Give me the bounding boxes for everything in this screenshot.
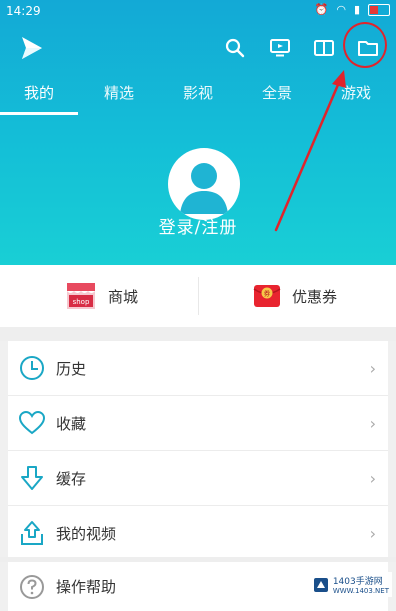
- watermark-line2: WWW.1403.NET: [332, 587, 389, 595]
- coupon-button[interactable]: 券 优惠券: [252, 265, 337, 327]
- login-register-link[interactable]: 登录/注册: [0, 213, 396, 238]
- shop-icon-text: shop: [73, 298, 90, 306]
- section-gap: [0, 327, 396, 341]
- tab-underline: [0, 112, 78, 115]
- favorites-label: 收藏: [56, 414, 87, 433]
- shop-icon: shop: [67, 283, 95, 309]
- tab-movies[interactable]: 影视: [183, 82, 213, 103]
- tab-mine[interactable]: 我的: [24, 82, 54, 103]
- heart-icon: [18, 409, 46, 437]
- annotation-circle: [343, 22, 387, 68]
- chevron-right-icon: ›: [369, 359, 376, 378]
- history-label: 历史: [56, 359, 87, 378]
- download-icon: [18, 464, 46, 492]
- shop-button[interactable]: shop 商城: [64, 265, 138, 327]
- wifi-icon: ◠: [336, 3, 346, 16]
- tab-panorama[interactable]: 全景: [262, 82, 292, 103]
- alarm-icon: ⏰: [314, 3, 329, 16]
- chevron-right-icon: ›: [369, 414, 376, 433]
- battery-icon: [368, 3, 390, 16]
- shop-label: 商城: [108, 287, 139, 306]
- shortcut-row: shop 商城 券 优惠券: [0, 265, 396, 327]
- search-icon[interactable]: [221, 34, 249, 62]
- upload-icon: [18, 519, 46, 547]
- list-item-history[interactable]: 历史 ›: [8, 341, 388, 396]
- list-item-cache[interactable]: 缓存 ›: [8, 451, 388, 506]
- help-label: 操作帮助: [56, 578, 117, 596]
- avatar[interactable]: [168, 148, 240, 220]
- cache-label: 缓存: [56, 469, 87, 488]
- screen-cast-icon[interactable]: [266, 34, 294, 62]
- status-bar: 14:29 ⏰ ◠ ▮: [0, 0, 396, 22]
- status-icons: ⏰ ◠ ▮: [315, 3, 390, 16]
- menu-list: 历史 › 收藏 › 缓存 › 我的视频 ›: [8, 341, 388, 560]
- app-logo-icon[interactable]: [16, 33, 46, 63]
- watermark-line1: 1403手游网: [332, 577, 383, 587]
- top-tabs: 我的 精选 影视 全景 游戏: [0, 76, 396, 116]
- chevron-right-icon: ›: [369, 524, 376, 543]
- shortcut-divider: [198, 277, 199, 315]
- list-item-favorites[interactable]: 收藏 ›: [8, 396, 388, 451]
- watermark-text: 1403手游网 WWW.1403.NET: [333, 574, 389, 595]
- coupon-icon-text: 券: [264, 289, 271, 298]
- chevron-right-icon: ›: [369, 469, 376, 488]
- coupon-icon: 券: [253, 285, 281, 307]
- book-icon[interactable]: [310, 34, 338, 62]
- user-silhouette-icon: [180, 163, 228, 214]
- signal-icon: ▮: [353, 3, 360, 16]
- site-watermark: 1403手游网 WWW.1403.NET: [309, 572, 392, 597]
- question-icon: [18, 573, 46, 601]
- my-videos-label: 我的视频: [56, 524, 117, 543]
- status-time: 14:29: [6, 4, 41, 18]
- tab-games[interactable]: 游戏: [341, 82, 371, 103]
- watermark-logo-icon: [313, 577, 328, 592]
- clock-icon: [18, 354, 46, 382]
- list-item-my-videos[interactable]: 我的视频 ›: [8, 506, 388, 560]
- header: 14:29 ⏰ ◠ ▮ 我的 精选 影视 全景 游戏 登录/注册: [0, 0, 396, 265]
- coupon-label: 优惠券: [292, 287, 338, 306]
- tab-featured[interactable]: 精选: [104, 82, 134, 103]
